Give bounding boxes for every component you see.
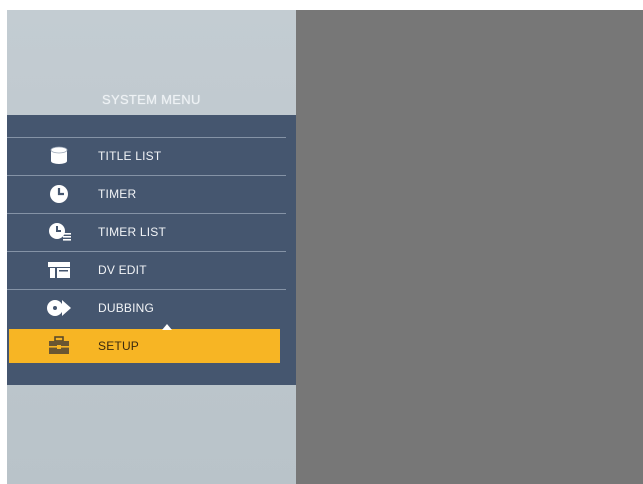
menu-item-label: DUBBING <box>98 301 155 315</box>
menu-title: SYSTEM MENU <box>102 92 201 107</box>
cursor-arrow-icon <box>162 324 172 330</box>
menu-divider <box>7 251 286 252</box>
tv-screen: SYSTEM MENU TITLE LIST TIMER TIMER LIST … <box>7 10 643 484</box>
menu-item-dubbing[interactable]: DUBBING <box>7 289 296 327</box>
menu-list: TITLE LIST TIMER TIMER LIST DV EDIT DUBB… <box>7 115 296 385</box>
dubbing-icon <box>44 298 74 318</box>
toolbox-icon <box>44 336 74 356</box>
menu-divider <box>7 289 286 290</box>
menu-item-timer[interactable]: TIMER <box>7 175 296 213</box>
menu-divider <box>7 175 286 176</box>
menu-item-label: TIMER <box>98 187 137 201</box>
clock-icon <box>44 184 74 204</box>
menu-divider <box>7 137 286 138</box>
menu-item-title-list[interactable]: TITLE LIST <box>7 137 296 175</box>
menu-item-label: TITLE LIST <box>98 149 162 163</box>
database-icon <box>44 146 74 166</box>
menu-item-dv-edit[interactable]: DV EDIT <box>7 251 296 289</box>
system-menu-panel: SYSTEM MENU TITLE LIST TIMER TIMER LIST … <box>7 10 296 484</box>
menu-item-label: SETUP <box>98 339 140 353</box>
menu-item-setup[interactable]: SETUP <box>7 324 296 365</box>
menu-item-timer-list[interactable]: TIMER LIST <box>7 213 296 251</box>
timer-list-icon <box>44 222 74 242</box>
menu-item-label: TIMER LIST <box>98 225 167 239</box>
menu-item-label: DV EDIT <box>98 263 147 277</box>
dv-edit-icon <box>44 260 74 280</box>
menu-divider <box>7 213 286 214</box>
